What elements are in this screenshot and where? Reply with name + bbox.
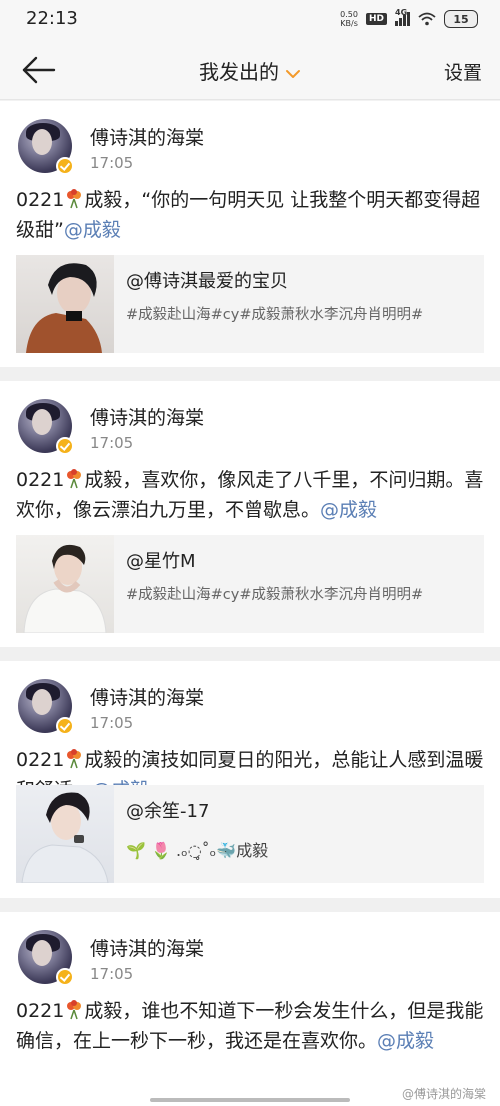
post-text: 0221 成毅，谁也不知道下一秒会发生什么，但是我能确信，在上一秒下一秒，我还是在… — [16, 996, 488, 1056]
flower-bouquet-icon — [65, 748, 83, 769]
post-author[interactable]: 傅诗淇的海棠 — [90, 403, 204, 430]
quote-thumbnail — [16, 535, 114, 633]
quoted-post[interactable]: @星竹M #成毅赴山海#cy#成毅萧秋水李沉舟肖明明# — [16, 535, 484, 633]
post-text-prefix: 0221 — [16, 469, 65, 491]
mention-link[interactable]: @成毅 — [377, 1030, 434, 1052]
post-text-prefix: 0221 — [16, 749, 65, 771]
quoted-post[interactable]: @傅诗淇最爱的宝贝 #成毅赴山海#cy#成毅萧秋水李沉舟肖明明# — [16, 255, 484, 353]
quote-author: @傅诗淇最爱的宝贝 — [126, 271, 288, 292]
card-separator — [0, 367, 500, 381]
post-card[interactable]: 傅诗淇的海棠 17:05 0221 成毅，谁也不知道下一秒会发生什么，但是我能确信… — [0, 912, 500, 1106]
post-author[interactable]: 傅诗淇的海棠 — [90, 683, 204, 710]
post-text-prefix: 0221 — [16, 189, 65, 211]
post-card[interactable]: 傅诗淇的海棠 17:05 0221成毅的演技如同夏日的阳光，总能让人感到温暖和舒… — [0, 661, 500, 898]
watermark: @傅诗淇的海棠 — [401, 1087, 486, 1101]
page-title: 我发出的 — [199, 60, 279, 84]
network-speed-unit: KB/s — [340, 19, 358, 28]
nav-bar: 我发出的 设置 — [0, 40, 500, 100]
page-title-dropdown[interactable]: 我发出的 — [0, 56, 500, 85]
card-separator — [0, 898, 500, 912]
quote-tags: 🌱 🌷 .ₒ◌̥˚ₒ🐳成毅 — [126, 841, 269, 860]
post-time: 17:05 — [90, 154, 134, 172]
post-text-body: 成毅，喜欢你，像风走了八千里，不问归期。喜欢你，像云漂泊九万里，不曾歇息。 — [16, 469, 484, 521]
network-speed: 0.50 KB/s — [340, 10, 358, 28]
quote-author: @余笙-17 — [126, 801, 210, 822]
post-feed: 傅诗淇的海棠 17:05 0221 成毅，“你的一句明天见 让我整个明天都变得超级… — [0, 101, 500, 1106]
status-time: 22:13 — [26, 8, 78, 29]
post-author[interactable]: 傅诗淇的海棠 — [90, 934, 204, 961]
wifi-icon — [418, 12, 436, 26]
battery-indicator: 15 — [444, 10, 478, 28]
verified-badge-icon — [56, 717, 74, 735]
settings-button[interactable]: 设置 — [444, 58, 482, 85]
mention-link[interactable]: @成毅 — [320, 499, 377, 521]
post-time: 17:05 — [90, 714, 134, 732]
quote-tags: #成毅赴山海#cy#成毅萧秋水李沉舟肖明明# — [126, 587, 424, 603]
quoted-post[interactable]: @余笙-17 🌱 🌷 .ₒ◌̥˚ₒ🐳成毅 — [16, 785, 484, 883]
card-separator — [0, 647, 500, 661]
verified-badge-icon — [56, 437, 74, 455]
post-time: 17:05 — [90, 965, 134, 983]
quote-thumbnail — [16, 785, 114, 883]
quote-tags: #成毅赴山海#cy#成毅萧秋水李沉舟肖明明# — [126, 307, 424, 323]
status-bar: 22:13 0.50 KB/s HD 4G 15 — [0, 0, 500, 40]
network-type: 4G — [395, 8, 408, 17]
home-indicator[interactable] — [150, 1098, 350, 1102]
hd-badge: HD — [365, 13, 387, 25]
verified-badge-icon — [56, 157, 74, 175]
post-card[interactable]: 傅诗淇的海棠 17:05 0221 成毅，喜欢你，像风走了八千里，不问归期。喜欢你… — [0, 381, 500, 647]
status-indicators: 0.50 KB/s HD 4G 15 — [340, 8, 478, 28]
post-text: 0221 成毅，“你的一句明天见 让我整个明天都变得超级甜”@成毅 — [16, 185, 488, 245]
post-author[interactable]: 傅诗淇的海棠 — [90, 123, 204, 150]
post-card[interactable]: 傅诗淇的海棠 17:05 0221 成毅，“你的一句明天见 让我整个明天都变得超级… — [0, 101, 500, 367]
quote-author: @星竹M — [126, 551, 196, 572]
flower-bouquet-icon — [65, 188, 83, 209]
post-text: 0221 成毅，喜欢你，像风走了八千里，不问归期。喜欢你，像云漂泊九万里，不曾歇息… — [16, 465, 488, 525]
flower-bouquet-icon — [65, 468, 83, 489]
quote-thumbnail — [16, 255, 114, 353]
post-time: 17:05 — [90, 434, 134, 452]
network-speed-value: 0.50 — [340, 10, 358, 19]
mention-link[interactable]: @成毅 — [64, 219, 121, 241]
flower-bouquet-icon — [65, 999, 83, 1020]
chevron-down-icon — [286, 69, 300, 78]
signal-icon: 4G — [395, 8, 410, 26]
verified-badge-icon — [56, 968, 74, 986]
post-text-prefix: 0221 — [16, 1000, 65, 1022]
